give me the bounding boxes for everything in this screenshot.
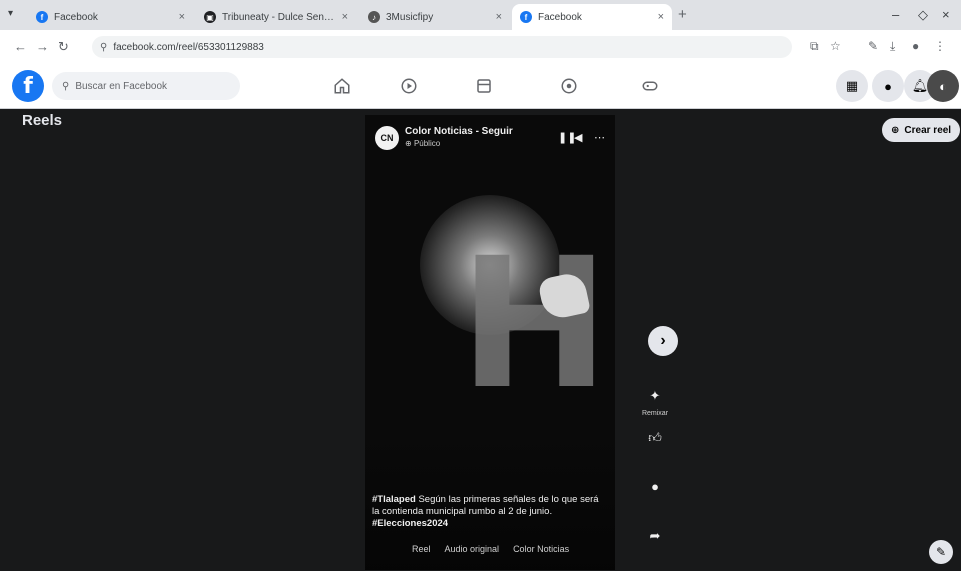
- channel-name[interactable]: Color Noticias - Seguir: [405, 126, 513, 137]
- audio-row: Reel Audio original Color Noticias: [412, 544, 569, 554]
- facebook-favicon-icon: f: [520, 11, 532, 23]
- address-bar[interactable]: ⚲ facebook.com/reel/653301129883: [92, 36, 792, 58]
- install-app-icon[interactable]: ⧉: [810, 39, 819, 54]
- browser-tab-1[interactable]: f Facebook ×: [28, 6, 193, 28]
- remix-icon: ✦: [649, 388, 661, 403]
- tab-title: 3Musicfipy: [386, 11, 434, 23]
- tab-title: Facebook: [538, 11, 582, 23]
- menu-grid-icon[interactable]: ▦: [836, 70, 868, 102]
- channel-avatar[interactable]: CN: [375, 126, 399, 150]
- share-action[interactable]: ➦: [641, 523, 669, 549]
- messenger-icon[interactable]: ●: [872, 70, 904, 102]
- remix-action[interactable]: ✦ Remixar: [641, 383, 669, 417]
- browser-tab-2[interactable]: ▣ Tribuneaty - Dulce Senderos ×: [196, 6, 356, 28]
- tab-title: Facebook: [54, 11, 98, 23]
- home-icon[interactable]: [330, 74, 354, 98]
- volume-icon[interactable]: ◀: [574, 131, 582, 144]
- video-icon[interactable]: [397, 74, 421, 98]
- browser-tab-strip: ▾ f Facebook × ▣ Tribuneaty - Dulce Send…: [0, 0, 961, 30]
- facebook-favicon-icon: f: [36, 11, 48, 23]
- close-tab-icon[interactable]: ×: [342, 11, 348, 23]
- search-icon: ⚲: [62, 80, 70, 92]
- audio-original-link[interactable]: Audio original: [445, 544, 500, 554]
- audio-channel-link[interactable]: Color Noticias: [513, 544, 569, 554]
- share-icon: ➦: [649, 528, 661, 543]
- remix-label: Remixar: [641, 410, 669, 417]
- create-reel-label: Crear reel: [904, 124, 952, 136]
- facebook-search-input[interactable]: ⚲ Buscar en Facebook: [52, 72, 240, 100]
- tab-title: Tribuneaty - Dulce Senderos: [222, 11, 336, 23]
- channel-privacy: ⊕ Público: [405, 139, 441, 148]
- new-message-icon[interactable]: ✎: [929, 540, 953, 564]
- browser-toolbar: ← → ↻ ⚲ facebook.com/reel/653301129883 ⧉…: [0, 30, 961, 65]
- site-favicon-icon: ▣: [204, 11, 216, 23]
- download-icon[interactable]: ⤓: [890, 39, 895, 54]
- account-avatar[interactable]: ◐: [927, 70, 959, 102]
- profile-icon[interactable]: ●: [912, 39, 919, 53]
- groups-icon[interactable]: [557, 74, 581, 98]
- bookmark-star-icon[interactable]: ☆: [830, 39, 841, 53]
- extensions-icon[interactable]: ✎: [868, 39, 878, 53]
- marketplace-icon[interactable]: [472, 74, 496, 98]
- reel-caption: #Tlalaped Según las primeras señales de …: [372, 494, 604, 530]
- more-options-icon[interactable]: ⋯: [594, 131, 605, 144]
- maximize-icon[interactable]: ◇: [918, 7, 928, 23]
- forward-icon[interactable]: →: [36, 39, 49, 54]
- next-reel-button[interactable]: ›: [648, 326, 678, 356]
- like-thumb-icon: 👍︎: [648, 430, 662, 445]
- close-tab-icon[interactable]: ×: [179, 11, 185, 23]
- audio-meta: Reel: [412, 544, 431, 554]
- minimize-icon[interactable]: –: [892, 7, 899, 22]
- back-icon[interactable]: ←: [14, 39, 27, 54]
- facebook-header: f ⚲ Buscar en Facebook ▦ ● 🔔︎ ◐: [0, 64, 961, 109]
- caption-hashtag-2[interactable]: #Elecciones2024: [372, 518, 448, 529]
- gaming-icon[interactable]: [638, 74, 662, 98]
- search-placeholder: Buscar en Facebook: [75, 80, 168, 92]
- globe-icon: ⊕: [405, 139, 412, 148]
- caption-hashtag[interactable]: #Tlalaped: [372, 494, 416, 505]
- url-text: facebook.com/reel/653301129883: [113, 41, 264, 53]
- create-reel-button[interactable]: ⊕ Crear reel: [882, 118, 961, 142]
- comment-action[interactable]: ●: [641, 473, 669, 499]
- tab-search-icon[interactable]: ▾: [8, 8, 13, 19]
- site-favicon-icon: ♪: [368, 11, 380, 23]
- comment-icon: ●: [651, 478, 659, 494]
- site-info-icon[interactable]: ⚲: [100, 42, 107, 53]
- reload-icon[interactable]: ↻: [58, 39, 69, 55]
- browser-tab-3[interactable]: ♪ 3Musicfipy ×: [360, 6, 510, 28]
- close-tab-icon[interactable]: ×: [658, 11, 664, 23]
- close-window-icon[interactable]: ×: [942, 7, 950, 22]
- create-reel-icon: ⊕: [891, 124, 900, 136]
- close-tab-icon[interactable]: ×: [496, 11, 502, 23]
- like-action[interactable]: 👍︎: [641, 425, 669, 451]
- facebook-logo-icon[interactable]: f: [12, 70, 44, 102]
- new-tab-icon[interactable]: +: [678, 6, 687, 23]
- page-title: Reels: [22, 112, 63, 129]
- video-letter-sculpture: H: [459, 220, 610, 429]
- browser-menu-icon[interactable]: ⋮: [934, 39, 946, 53]
- browser-tab-4-active[interactable]: f Facebook ×: [512, 4, 672, 30]
